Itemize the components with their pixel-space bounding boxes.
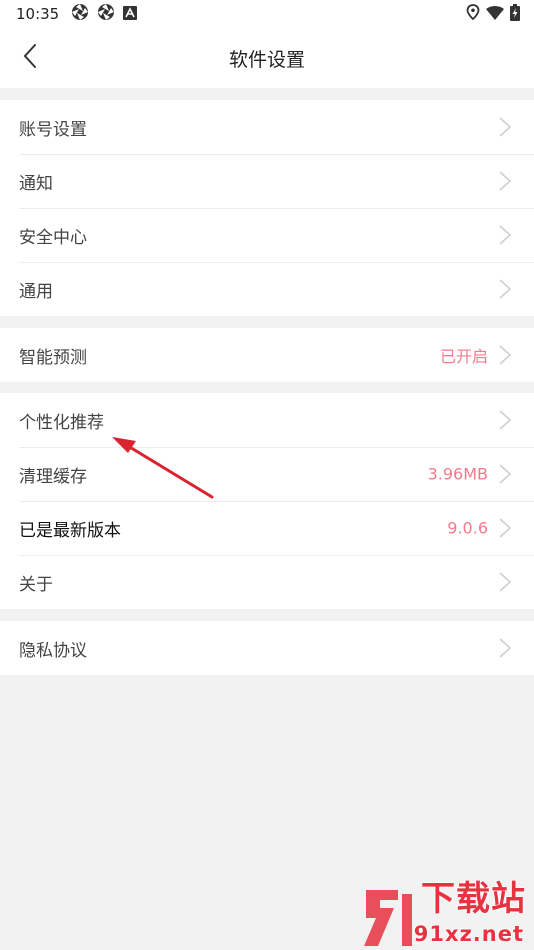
- chevron-right-icon: [499, 279, 512, 299]
- a-box-icon: [123, 5, 138, 24]
- page-title: 软件设置: [228, 49, 305, 71]
- status-time: 10:35: [16, 5, 60, 23]
- settings-group-prediction: 智能预测 已开启: [0, 328, 534, 382]
- chevron-right-icon: [499, 117, 512, 137]
- battery-charging-icon: [510, 3, 520, 25]
- settings-item-version[interactable]: 已是最新版本 9.0.6: [0, 501, 534, 555]
- watermark-logo-icon: [364, 890, 412, 946]
- chevron-right-icon: [499, 572, 512, 592]
- aperture-icon: [71, 3, 89, 25]
- settings-item-value: 3.96MB: [427, 464, 488, 484]
- settings-item-value: 已开启: [439, 347, 488, 366]
- watermark-title: 下载站: [421, 879, 526, 919]
- settings-item-notification[interactable]: 通知: [0, 154, 534, 208]
- settings-item-smart-prediction[interactable]: 智能预测 已开启: [0, 328, 534, 382]
- settings-item-label: 通用: [19, 281, 53, 302]
- settings-item-label: 账号设置: [19, 119, 87, 140]
- settings-item-account[interactable]: 账号设置: [0, 100, 534, 154]
- chevron-right-icon: [499, 225, 512, 245]
- settings-item-privacy-policy[interactable]: 隐私协议: [0, 621, 534, 675]
- settings-group-account: 账号设置 通知 安全中心 通用: [0, 100, 534, 316]
- nav-bar: 软件设置: [0, 28, 534, 88]
- settings-item-label: 已是最新版本: [19, 520, 121, 541]
- settings-item-clear-cache[interactable]: 清理缓存 3.96MB: [0, 447, 534, 501]
- settings-item-label: 清理缓存: [19, 466, 87, 487]
- settings-item-label: 安全中心: [19, 227, 87, 248]
- settings-item-label: 通知: [19, 173, 53, 194]
- settings-item-general[interactable]: 通用: [0, 262, 534, 316]
- settings-group-misc: 个性化推荐 清理缓存 3.96MB 已是最新版本 9.0.6 关于: [0, 393, 534, 609]
- chevron-right-icon: [499, 171, 512, 191]
- watermark-url: 91xz.net: [413, 922, 524, 946]
- chevron-right-icon: [499, 518, 512, 538]
- settings-item-label: 关于: [19, 574, 53, 595]
- settings-item-about[interactable]: 关于: [0, 555, 534, 609]
- chevron-right-icon: [499, 410, 512, 430]
- settings-group-privacy: 隐私协议: [0, 621, 534, 675]
- wifi-icon: [486, 5, 504, 24]
- aperture-icon: [97, 3, 115, 25]
- settings-item-label: 智能预测: [19, 347, 87, 368]
- settings-item-personalized-recommendation[interactable]: 个性化推荐: [0, 393, 534, 447]
- location-icon: [466, 4, 480, 24]
- watermark: 下载站 91xz.net: [358, 879, 530, 948]
- settings-item-value: 9.0.6: [447, 518, 488, 538]
- status-bar: 10:35: [0, 0, 534, 28]
- chevron-right-icon: [499, 345, 512, 365]
- settings-item-label: 隐私协议: [19, 640, 87, 661]
- chevron-right-icon: [499, 638, 512, 658]
- chevron-right-icon: [499, 464, 512, 484]
- settings-item-security[interactable]: 安全中心: [0, 208, 534, 262]
- settings-item-label: 个性化推荐: [19, 412, 104, 433]
